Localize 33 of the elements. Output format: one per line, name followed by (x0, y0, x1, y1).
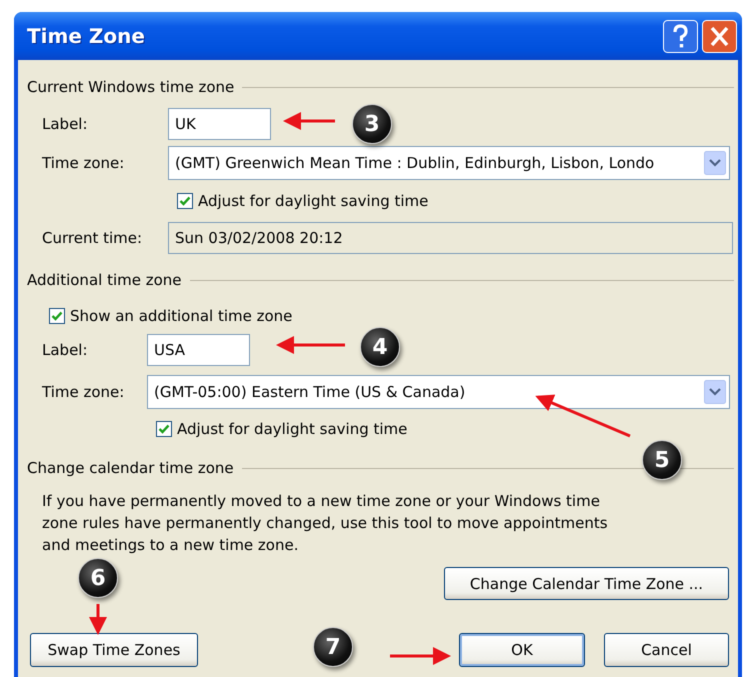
window-title: Time Zone (27, 24, 146, 48)
field-label: Time zone: (42, 154, 126, 172)
pointer-arrow (283, 112, 335, 130)
help-icon[interactable] (663, 20, 698, 52)
pointer-arrow (89, 604, 107, 635)
label-input[interactable]: UK (168, 108, 271, 140)
label-input[interactable]: USA (147, 334, 250, 366)
field-label: Time zone: (42, 383, 126, 401)
checkbox-label: Adjust for daylight saving time (177, 420, 408, 438)
current-time-field: Sun 03/02/2008 20:12 (168, 222, 733, 254)
section-heading: Current Windows time zone (27, 78, 234, 96)
description-text: If you have permanently moved to a new time zone or your Windows time zone rules have permanently changed, use this tool to move appointments and meetings to a new time zone. (42, 491, 609, 556)
section-heading: Change calendar time zone (27, 459, 234, 477)
chevron-down-icon (704, 380, 726, 404)
checkbox-label: Show an additional time zone (70, 307, 292, 325)
checkbox[interactable] (49, 308, 65, 324)
time-zone-dropdown[interactable]: (GMT) Greenwich Mean Time : Dublin, Edinburgh, Lisbon, Londo (168, 146, 730, 180)
close-icon[interactable] (702, 20, 737, 52)
cancel-button[interactable]: Cancel (604, 633, 729, 667)
change-calendar-time-zone-button[interactable]: Change Calendar Time Zone ... (444, 567, 729, 600)
field-label: Label: (42, 341, 89, 359)
field-label: Current time: (42, 229, 144, 247)
checkbox-label: Adjust for daylight saving time (198, 192, 428, 210)
field-label: Label: (42, 115, 89, 133)
pointer-arrow (390, 647, 451, 665)
checkbox[interactable] (177, 193, 193, 209)
ok-button[interactable]: OK (459, 633, 585, 667)
time-zone-dropdown[interactable]: (GMT-05:00) Eastern Time (US & Canada) (147, 375, 730, 409)
section-heading: Additional time zone (27, 271, 182, 289)
checkbox[interactable] (156, 421, 172, 437)
chevron-down-icon (704, 151, 726, 175)
swap-time-zones-button[interactable]: Swap Time Zones (30, 633, 198, 667)
pointer-arrow (276, 336, 345, 354)
